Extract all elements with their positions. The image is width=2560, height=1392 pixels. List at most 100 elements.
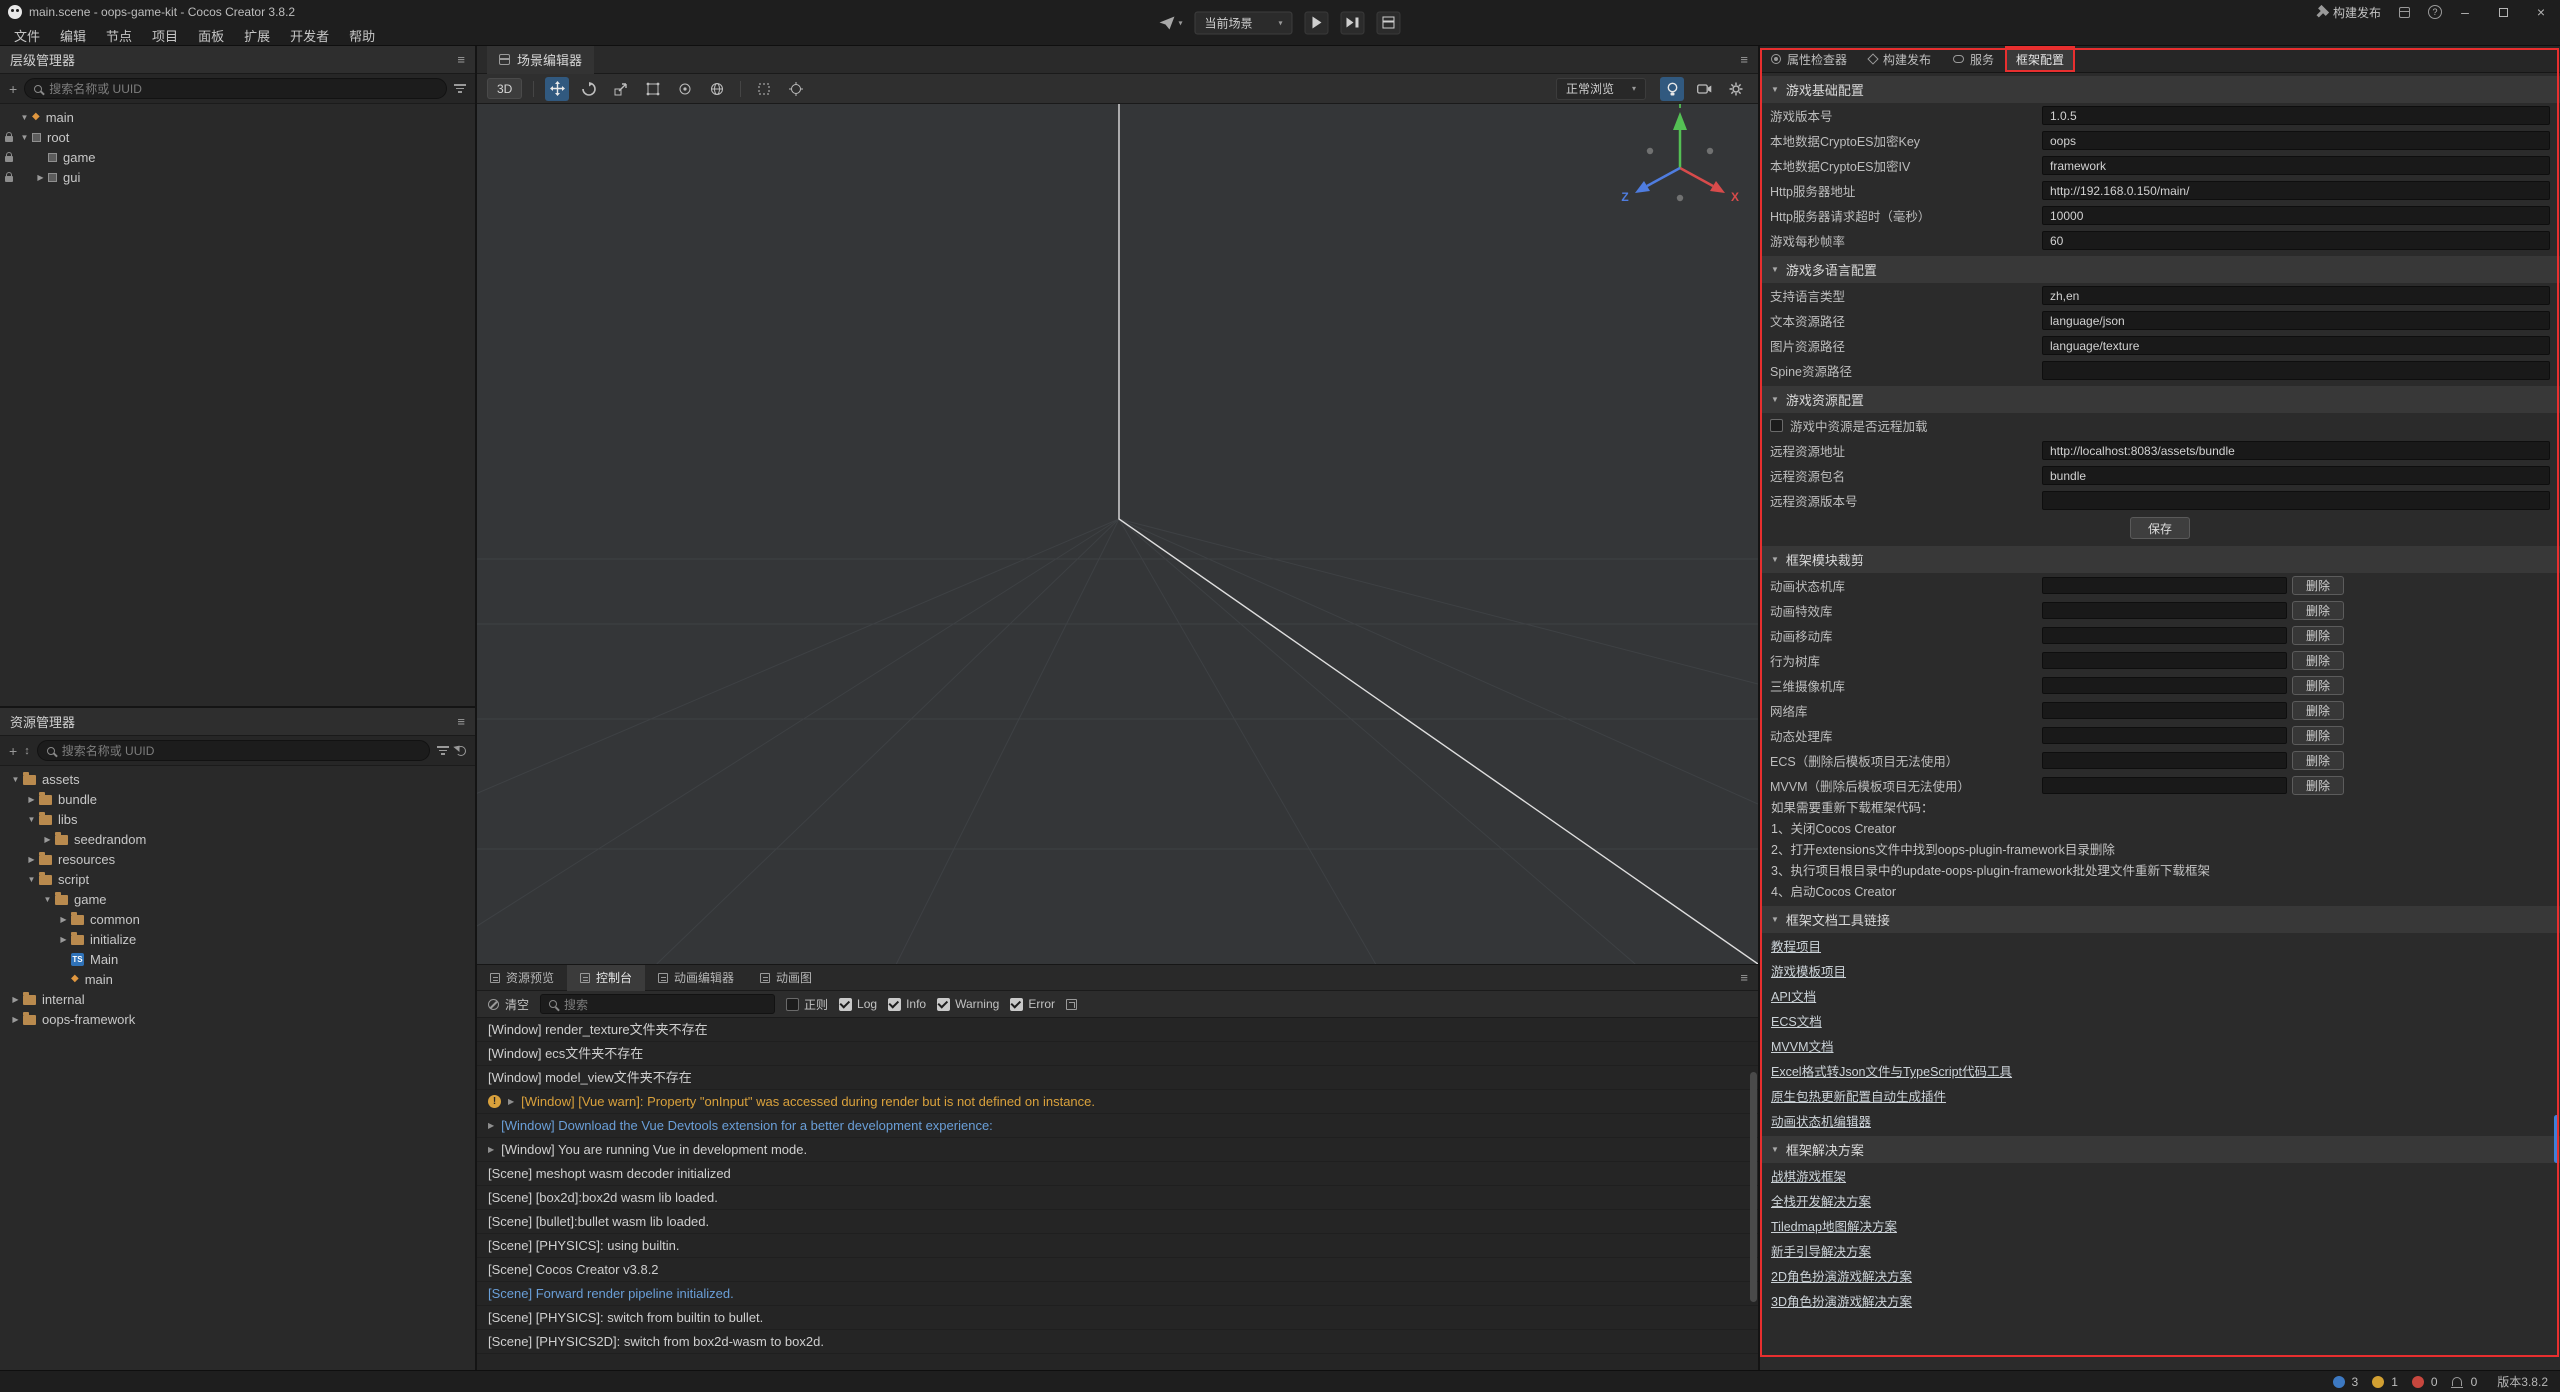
collapse-arrow[interactable]: ▶ [40,835,55,844]
export-log-icon[interactable] [1066,999,1077,1010]
inspector-tab-服务[interactable]: 服务 [1942,46,2005,72]
scene-selector[interactable]: 当前场景 ▾ [1194,11,1292,34]
panel-menu-icon[interactable]: ≡ [457,52,465,67]
expand-arrow[interactable]: ▶ [488,1114,494,1137]
gizmo-settings-button[interactable] [784,77,808,101]
step-button[interactable] [1341,11,1365,34]
collapse-arrow[interactable]: ▶ [56,915,71,924]
filter-icon[interactable] [454,84,466,93]
input-游戏版本号[interactable]: 1.0.5 [2042,106,2550,125]
error-checkbox[interactable] [1010,998,1023,1011]
scene-viewport[interactable]: Y X Z [477,104,1758,964]
pivot-tool-button[interactable] [673,77,697,101]
section-header-框架模块裁剪[interactable]: ▼框架模块裁剪 [1760,546,2560,573]
inspector-tab-属性检查器[interactable]: 属性检查器 [1760,46,1858,72]
link-全栈开发解决方案[interactable]: 全栈开发解决方案 [1771,1191,1871,1210]
expand-arrow[interactable]: ▼ [40,895,55,904]
link-API文档[interactable]: API文档 [1771,986,1816,1005]
section-header-游戏多语言配置[interactable]: ▼游戏多语言配置 [1760,256,2560,283]
log-row[interactable]: [Scene] [PHYSICS]: switch from builtin t… [477,1306,1758,1330]
refresh-icon[interactable] [456,746,466,756]
section-header-游戏基础配置[interactable]: ▼游戏基础配置 [1760,76,2560,103]
log-row[interactable]: [Scene] [bullet]:bullet wasm lib loaded. [477,1210,1758,1234]
log-row[interactable]: [Scene] meshopt wasm decoder initialized [477,1162,1758,1186]
asset-node-game[interactable]: ▼game [0,889,475,909]
input-Http服务器地址[interactable]: http://192.168.0.150/main/ [2042,181,2550,200]
inspector-scrollbar[interactable] [2554,1115,2559,1163]
asset-node-oops-framework[interactable]: ▶oops-framework [0,1009,475,1029]
warning-checkbox[interactable] [937,998,950,1011]
hierarchy-node-main[interactable]: ▼◆main [0,107,475,127]
log-row[interactable]: [Window] render_texture文件夹不存在 [477,1018,1758,1042]
asset-node-bundle[interactable]: ▶bundle [0,789,475,809]
collapse-arrow[interactable]: ▶ [24,855,39,864]
minimize-button[interactable]: – [2446,0,2484,24]
input-远程资源包名[interactable]: bundle [2042,466,2550,485]
filter-icon[interactable] [437,746,449,755]
collapse-arrow[interactable]: ▶ [8,995,23,1004]
input-远程资源地址[interactable]: http://localhost:8083/assets/bundle [2042,441,2550,460]
console-search-input[interactable]: 搜索 [540,994,775,1014]
scale-tool-button[interactable] [609,77,633,101]
delete-button[interactable]: 删除 [2292,751,2344,770]
expand-arrow[interactable]: ▼ [24,875,39,884]
add-node-button[interactable]: + [9,82,17,96]
section-header-游戏资源配置[interactable]: ▼游戏资源配置 [1760,386,2560,413]
input-Http服务器请求超时（毫秒）[interactable]: 10000 [2042,206,2550,225]
log-row[interactable]: [Scene] Cocos Creator v3.8.2 [477,1258,1758,1282]
log-row[interactable]: [Scene] [box2d]:box2d wasm lib loaded. [477,1186,1758,1210]
link-Excel格式转Json文件与TypeScript代码工具[interactable]: Excel格式转Json文件与TypeScript代码工具 [1771,1061,2012,1080]
menu-扩展[interactable]: 扩展 [234,26,280,45]
lighting-toggle-button[interactable] [1660,77,1684,101]
preview-platform-button[interactable]: ▾ [1159,16,1182,29]
delete-button[interactable]: 删除 [2292,701,2344,720]
inspector-tab-框架配置[interactable]: 框架配置 [2005,46,2075,72]
clear-console-button[interactable]: 清空 [488,996,529,1013]
asset-node-resources[interactable]: ▶resources [0,849,475,869]
link-动画状态机编辑器[interactable]: 动画状态机编辑器 [1771,1111,1871,1130]
input-文本资源路径[interactable]: language/json [2042,311,2550,330]
build-publish-button[interactable]: 构建发布 [2316,4,2381,21]
panel-menu-icon[interactable]: ≡ [457,714,465,729]
delete-button[interactable]: 删除 [2292,651,2344,670]
menu-节点[interactable]: 节点 [96,26,142,45]
scene-settings-button[interactable] [1724,77,1748,101]
package-icon[interactable] [2399,7,2410,18]
asset-node-script[interactable]: ▼script [0,869,475,889]
menu-编辑[interactable]: 编辑 [50,26,96,45]
snap-tool-button[interactable] [752,77,776,101]
log-row[interactable]: [Scene] [PHYSICS2D]: switch from box2d-w… [477,1330,1758,1354]
console-tab-资源预览[interactable]: 资源预览 [477,965,567,991]
asset-node-internal[interactable]: ▶internal [0,989,475,1009]
link-ECS文档[interactable]: ECS文档 [1771,1011,1822,1030]
play-button[interactable] [1305,11,1329,34]
asset-node-Main[interactable]: TSMain [0,949,475,969]
log-row[interactable]: !▶[Window] [Vue warn]: Property "onInput… [477,1090,1758,1114]
delete-button[interactable]: 删除 [2292,726,2344,745]
preview-window-button[interactable] [1377,11,1401,34]
delete-button[interactable]: 删除 [2292,776,2344,795]
link-游戏模板项目[interactable]: 游戏模板项目 [1771,961,1846,980]
filter-warning[interactable]: Warning [937,997,999,1011]
expand-arrow[interactable]: ▶ [508,1090,514,1113]
collapse-arrow[interactable]: ▶ [33,173,48,182]
hierarchy-search-input[interactable]: 搜索名称或 UUID [24,78,447,99]
error-count-icon[interactable] [2412,1376,2424,1388]
delete-button[interactable]: 删除 [2292,601,2344,620]
help-icon[interactable]: ? [2428,5,2442,19]
add-asset-button[interactable]: + [9,744,17,758]
camera-settings-button[interactable] [1692,77,1716,101]
expand-arrow[interactable]: ▼ [24,815,39,824]
inspector-tab-构建发布[interactable]: 构建发布 [1858,46,1942,72]
log-row[interactable]: ▶[Window] Download the Vue Devtools exte… [477,1114,1758,1138]
asset-node-libs[interactable]: ▼libs [0,809,475,829]
hierarchy-node-gui[interactable]: ▶gui [0,167,475,187]
expand-arrow[interactable]: ▼ [17,113,32,122]
regex-toggle[interactable]: 正则 [786,996,828,1013]
expand-arrow[interactable]: ▶ [488,1138,494,1161]
link-2D角色扮演游戏解决方案[interactable]: 2D角色扮演游戏解决方案 [1771,1266,1912,1285]
sort-icon[interactable]: ↕ [24,745,30,757]
panel-menu-icon[interactable]: ≡ [1740,52,1748,67]
log-row[interactable]: [Scene] Forward render pipeline initiali… [477,1282,1758,1306]
scene-editor-tab[interactable]: 场景编辑器 [487,46,594,74]
